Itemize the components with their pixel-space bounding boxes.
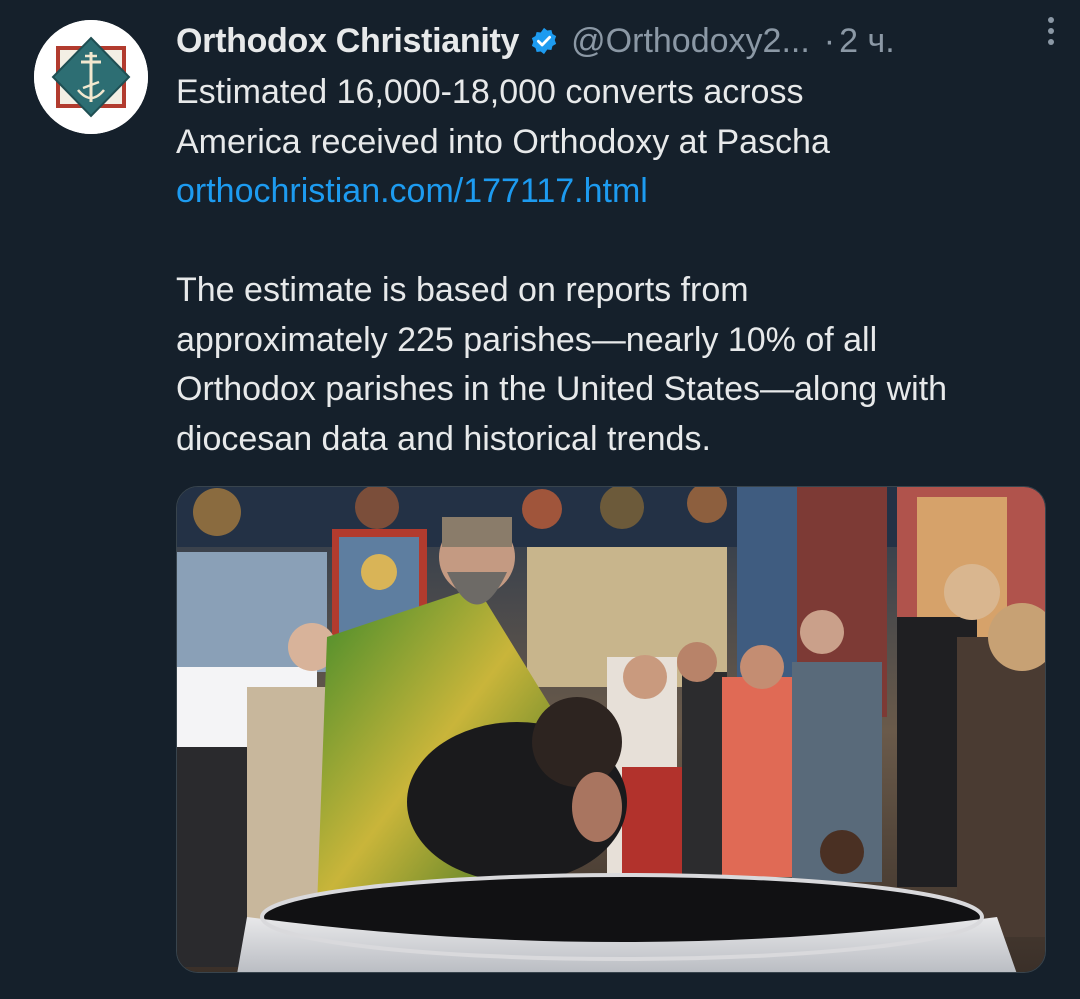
avatar[interactable] xyxy=(34,20,148,134)
tweet-header: Orthodox Christianity @Orthodoxy2... · 2… xyxy=(176,14,1040,68)
text-line: diocesan data and historical trends. xyxy=(176,419,711,458)
text-line: Orthodox parishes in the United States—a… xyxy=(176,370,948,408)
display-name[interactable]: Orthodox Christianity xyxy=(176,22,519,61)
orthodox-cross-logo-icon xyxy=(34,20,148,134)
tweet-text: Estimated 16,000-18,000 converts across … xyxy=(176,68,1056,464)
tweet-link[interactable]: orthochristian.com/177117.html xyxy=(176,167,1056,217)
timestamp[interactable]: 2 ч. xyxy=(839,22,895,61)
tweet-photo[interactable] xyxy=(176,486,1046,973)
tweet[interactable]: Orthodox Christianity @Orthodoxy2... · 2… xyxy=(0,0,1080,999)
handle[interactable]: @Orthodoxy2... xyxy=(571,22,810,61)
verified-badge-icon xyxy=(529,26,559,56)
text-line: The estimate is based on reports from xyxy=(176,271,749,309)
text-line: approximately 225 parishes—nearly 10% of… xyxy=(176,320,878,359)
separator-dot: · xyxy=(823,21,836,60)
text-line: America received into Orthodoxy at Pasch… xyxy=(176,122,830,161)
more-options-icon[interactable] xyxy=(1036,10,1066,50)
text-line: Estimated 16,000-18,000 converts across xyxy=(176,73,804,111)
baptism-photo-image xyxy=(177,487,1045,972)
